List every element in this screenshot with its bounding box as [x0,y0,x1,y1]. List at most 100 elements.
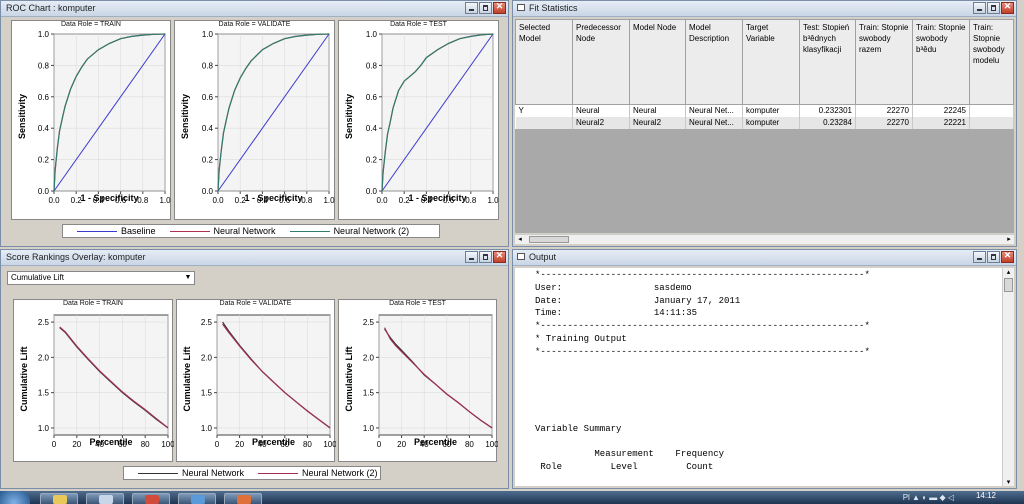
x-tick-label: 20 [397,440,406,449]
column-header[interactable]: Predecessor Node [572,19,630,105]
roc-test-plot: 0.0 0.2 0.4 0.6 0.8 1.00.00.20.40.60.81.01 - … [344,30,499,205]
plot-area [378,314,493,436]
y-tick-label: 2.0 [363,353,375,362]
x-tick-label: 1.0 [487,196,499,205]
table-cell: Neural Net... [685,104,743,117]
y-tick-label: 0.0 [366,187,378,196]
y-tick-label: 1.0 [38,30,50,39]
column-header[interactable]: Train: Stopnie swobody razem [855,19,913,105]
system-tray[interactable]: Pl ▲ ◐ ▬ ◆ ◁ [903,493,954,502]
output-line: *---------------------------------------… [535,346,870,357]
y-tick-label: 0.2 [202,156,214,165]
roc-validate-plot: 0.0 0.2 0.4 0.6 0.8 1.00.00.20.40.60.81.01 - … [180,30,335,205]
x-tick-label: 1.0 [159,196,171,205]
column-header[interactable]: Selected Model [515,19,573,105]
taskbar-button-browser[interactable] [178,493,216,504]
minimize-button[interactable] [465,251,478,263]
y-tick-label: 0.4 [202,124,214,133]
fit-title-bar[interactable]: Fit Statistics [513,1,1016,17]
close-button[interactable] [493,1,506,14]
horizontal-scrollbar[interactable]: ◂ ▸ [515,234,1014,244]
output-line: Role Level Count [535,461,714,472]
maximize-button[interactable] [479,251,492,263]
x-tick-label: 1.0 [323,196,335,205]
score-title-bar[interactable]: Score Rankings Overlay: komputer [1,250,508,266]
start-button[interactable] [0,491,30,504]
close-button[interactable] [1001,250,1014,263]
table-row[interactable]: Neural2 Neural2 Neural Net... komputer 0… [515,116,1014,129]
scroll-thumb[interactable] [1004,278,1013,292]
scroll-left-icon[interactable]: ◂ [515,235,525,243]
y-axis-label: Cumulative Lift [344,346,354,411]
column-header[interactable]: Model Description [685,19,743,105]
column-header[interactable]: Target Variable [742,19,800,105]
roc-legend: Baseline Neural Network Neural Network (… [62,224,440,238]
scroll-up-icon[interactable]: ▴ [1003,268,1014,276]
maximize-button[interactable] [987,251,1000,263]
roc-window-title: ROC Chart : komputer [6,3,96,13]
output-line: * Training Output [535,333,627,344]
y-axis-label: Sensitivity [344,94,354,139]
y-tick-label: 0.4 [38,124,50,133]
column-header[interactable]: Train: Stopnie swobody b³êdu [912,19,970,105]
y-axis-label: Sensitivity [180,94,190,139]
taskbar-button-media[interactable] [86,493,124,504]
close-button[interactable] [1001,1,1014,14]
taskbar-button-presentation[interactable] [224,493,262,504]
scroll-thumb[interactable] [529,236,569,243]
taskbar-button-sas[interactable] [132,493,170,504]
x-tick-label: 80 [303,440,312,449]
minimize-button[interactable] [973,251,986,263]
lift-test-plot: 0 20 40 60 80 1001.01.52.02.5PercentileCumula… [344,314,498,449]
maximize-button[interactable] [987,2,1000,14]
output-line: *---------------------------------------… [535,270,870,280]
column-header[interactable]: Model Node [629,19,686,105]
roc-title-bar[interactable]: ROC Chart : komputer [1,1,508,17]
minimize-button[interactable] [973,2,986,14]
table-cell: komputer [742,116,800,129]
scroll-right-icon[interactable]: ▸ [1004,235,1014,243]
maximize-button[interactable] [479,2,492,14]
x-tick-label: 0.8 [137,196,149,205]
lift-train-plot: 0 20 40 60 80 1001.01.52.02.5PercentileCumula… [19,314,174,449]
x-axis-label: 1 - Specificity [408,193,466,203]
x-axis-label: 1 - Specificity [80,193,138,203]
output-title-bar[interactable]: Output [513,250,1016,266]
output-text-area[interactable]: *---------------------------------------… [515,268,1002,486]
x-tick-label: 0.0 [212,196,224,205]
y-tick-label: 2.5 [363,318,375,327]
y-tick-label: 2.0 [201,353,213,362]
x-tick-label: 0.0 [376,196,388,205]
column-header[interactable]: Test: Stopień b³êdnych klasyfikacji [799,19,856,105]
y-tick-label: 0.4 [366,124,378,133]
table-cell: 0.232301 [799,104,856,117]
statistic-dropdown[interactable]: Cumulative Lift ▼ [7,271,195,285]
y-tick-label: 2.5 [201,318,213,327]
column-header[interactable]: Train: Stopnie swobody modelu [969,19,1014,105]
vertical-scrollbar[interactable]: ▴ ▾ [1002,268,1014,486]
score-rankings-window: Score Rankings Overlay: komputer Cumulat… [0,249,509,489]
table-cell: 22270 [855,104,913,117]
table-cell: komputer [742,104,800,117]
x-tick-label: 80 [465,440,474,449]
taskbar-button-explorer[interactable] [40,493,78,504]
legend-label: Neural Network (2) [302,468,378,478]
x-tick-label: 0.8 [301,196,313,205]
table-cell: Neural2 [572,116,630,129]
output-title-text: Output [529,252,557,262]
legend-line [258,472,299,474]
scroll-down-icon[interactable]: ▾ [1003,478,1014,486]
y-tick-label: 0.2 [38,156,50,165]
chevron-down-icon[interactable]: ▼ [182,272,194,284]
y-tick-label: 0.6 [366,93,378,102]
table-row[interactable]: Y Neural Neural Neural Net... komputer 0… [515,104,1014,117]
close-button[interactable] [493,250,506,263]
table-cell: Y [515,104,573,117]
lift-panel-test: Data Role = TEST 0 20 40 60 80 100 1.0 1.5 2.0 2.… [338,299,498,462]
minimize-button[interactable] [465,2,478,14]
